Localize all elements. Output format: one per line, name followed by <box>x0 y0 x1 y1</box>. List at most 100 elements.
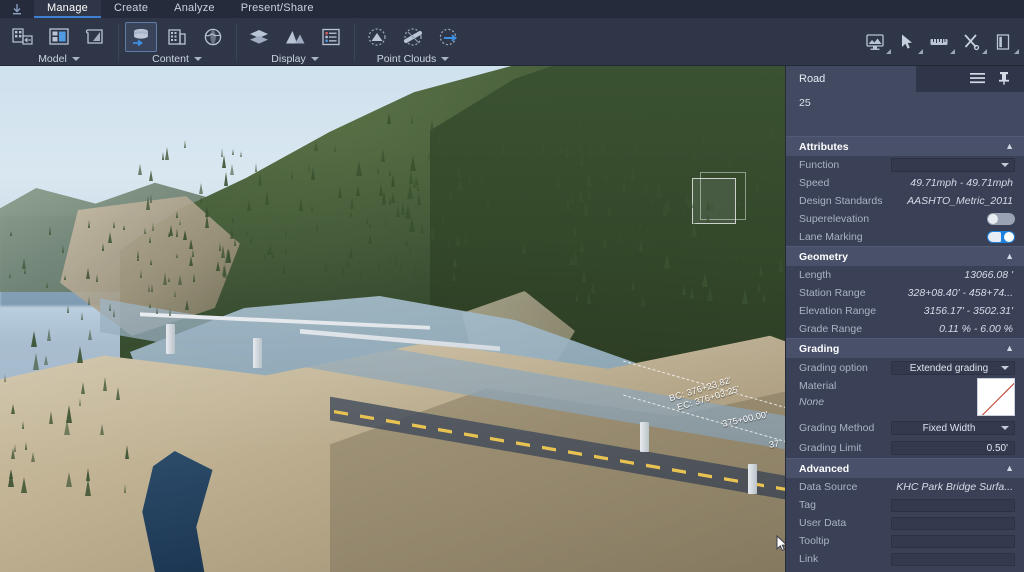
material-swatch[interactable] <box>977 378 1015 416</box>
tree <box>420 222 424 233</box>
3d-viewport[interactable]: BC: 376+23.82' EC: 376+03.25' 375+00.00'… <box>0 66 785 572</box>
section-header-geometry[interactable]: Geometry ▲ <box>786 246 1024 266</box>
building-icon[interactable] <box>161 22 193 52</box>
tree <box>224 172 228 186</box>
properties-panel: Road 2 <box>785 66 1024 572</box>
chevron-down-icon[interactable] <box>441 57 449 61</box>
legend-list-icon[interactable] <box>315 22 347 52</box>
chevron-up-icon[interactable]: ▲ <box>1005 344 1014 353</box>
tree <box>85 479 91 496</box>
point-cloud-terrain-icon[interactable] <box>361 22 393 52</box>
tree <box>184 140 186 148</box>
section-header-grading[interactable]: Grading ▲ <box>786 338 1024 358</box>
tree <box>630 141 632 148</box>
model-panel-icon[interactable] <box>43 22 75 52</box>
plan-sheet-icon[interactable] <box>79 22 111 52</box>
pin-icon[interactable] <box>998 71 1010 88</box>
tree <box>88 296 90 305</box>
analysis-tools-icon[interactable] <box>960 31 982 53</box>
tree <box>742 289 748 304</box>
select-arrow-icon[interactable] <box>896 31 918 53</box>
chevron-down-icon[interactable] <box>72 57 80 61</box>
tree <box>4 374 6 382</box>
tab-manage[interactable]: Manage <box>34 0 101 18</box>
terrain-icon[interactable] <box>279 22 311 52</box>
tree <box>250 235 252 243</box>
grading-limit-input[interactable]: 0.50' <box>891 441 1015 455</box>
tree <box>480 170 484 182</box>
tree <box>428 152 430 159</box>
tag-input[interactable] <box>891 499 1015 512</box>
superelevation-toggle[interactable] <box>987 213 1015 225</box>
tree <box>267 249 269 255</box>
link-input[interactable] <box>891 553 1015 566</box>
user-data-input[interactable] <box>891 517 1015 530</box>
hamburger-menu-icon[interactable] <box>970 72 985 87</box>
tooltip-input[interactable] <box>891 535 1015 548</box>
tab-present-share[interactable]: Present/Share <box>228 0 327 18</box>
tree <box>706 200 710 210</box>
tree <box>702 272 708 287</box>
view-display-icon[interactable] <box>864 31 886 53</box>
tree <box>580 152 584 166</box>
tree <box>706 213 710 223</box>
tree <box>81 312 83 320</box>
ribbon-toolbar: Model <box>0 18 1024 66</box>
database-import-icon[interactable] <box>125 22 157 52</box>
tree <box>401 202 405 215</box>
measure-ruler-icon[interactable] <box>928 31 950 53</box>
point-cloud-slice-icon[interactable] <box>397 22 429 52</box>
tree <box>572 250 578 265</box>
function-select[interactable] <box>891 158 1015 172</box>
tree <box>576 292 578 301</box>
ribbon-group-label[interactable]: Point Clouds <box>377 52 450 65</box>
tree <box>350 211 352 217</box>
tree <box>624 171 626 177</box>
tab-label: Manage <box>47 2 88 14</box>
tree <box>457 176 463 191</box>
point-clouds-group-label: Point Clouds <box>377 53 437 65</box>
section-header-attributes[interactable]: Attributes ▲ <box>786 136 1024 156</box>
point-cloud-export-icon[interactable] <box>433 22 465 52</box>
book-report-icon[interactable] <box>992 31 1014 53</box>
tree <box>328 273 330 281</box>
tree <box>601 142 605 153</box>
ribbon-group-label[interactable]: Content <box>152 52 202 65</box>
chevron-up-icon[interactable]: ▲ <box>1005 464 1014 473</box>
tree <box>570 191 574 204</box>
tree <box>589 143 593 157</box>
tree <box>247 200 251 211</box>
tree <box>334 144 336 152</box>
property-row-tooltip: Tooltip <box>786 532 1024 550</box>
grading-option-select[interactable]: Extended grading <box>891 361 1015 375</box>
model-properties-icon[interactable] <box>7 22 39 52</box>
tab-analyze[interactable]: Analyze <box>161 0 228 18</box>
tree <box>189 256 193 266</box>
section-header-advanced[interactable]: Advanced ▲ <box>786 458 1024 478</box>
layers-icon[interactable] <box>243 22 275 52</box>
chevron-up-icon[interactable]: ▲ <box>1005 252 1014 261</box>
tree <box>146 196 150 210</box>
tree <box>641 295 645 306</box>
tree <box>731 134 733 141</box>
tree <box>116 387 120 400</box>
chevron-down-icon[interactable] <box>311 57 319 61</box>
grading-method-select[interactable]: Fixed Width <box>891 421 1015 435</box>
ribbon-group-label[interactable]: Display <box>271 52 318 65</box>
tree <box>205 214 209 228</box>
tree <box>453 123 459 139</box>
tab-label: Analyze <box>174 2 215 14</box>
tree <box>316 222 318 231</box>
chevron-down-icon[interactable] <box>194 57 202 61</box>
lane-marking-toggle[interactable] <box>987 231 1015 243</box>
chevron-up-icon[interactable]: ▲ <box>1005 142 1014 151</box>
globe-icon[interactable] <box>197 22 229 52</box>
property-label: Link <box>799 553 891 565</box>
selection-box-handle[interactable] <box>692 178 736 224</box>
application-window: Manage Create Analyze Present/Share <box>0 0 1024 572</box>
ribbon-group-label[interactable]: Model <box>38 52 80 65</box>
import-icon[interactable] <box>0 0 34 18</box>
tab-create[interactable]: Create <box>101 0 161 18</box>
tree <box>113 309 115 317</box>
tree <box>46 282 48 288</box>
